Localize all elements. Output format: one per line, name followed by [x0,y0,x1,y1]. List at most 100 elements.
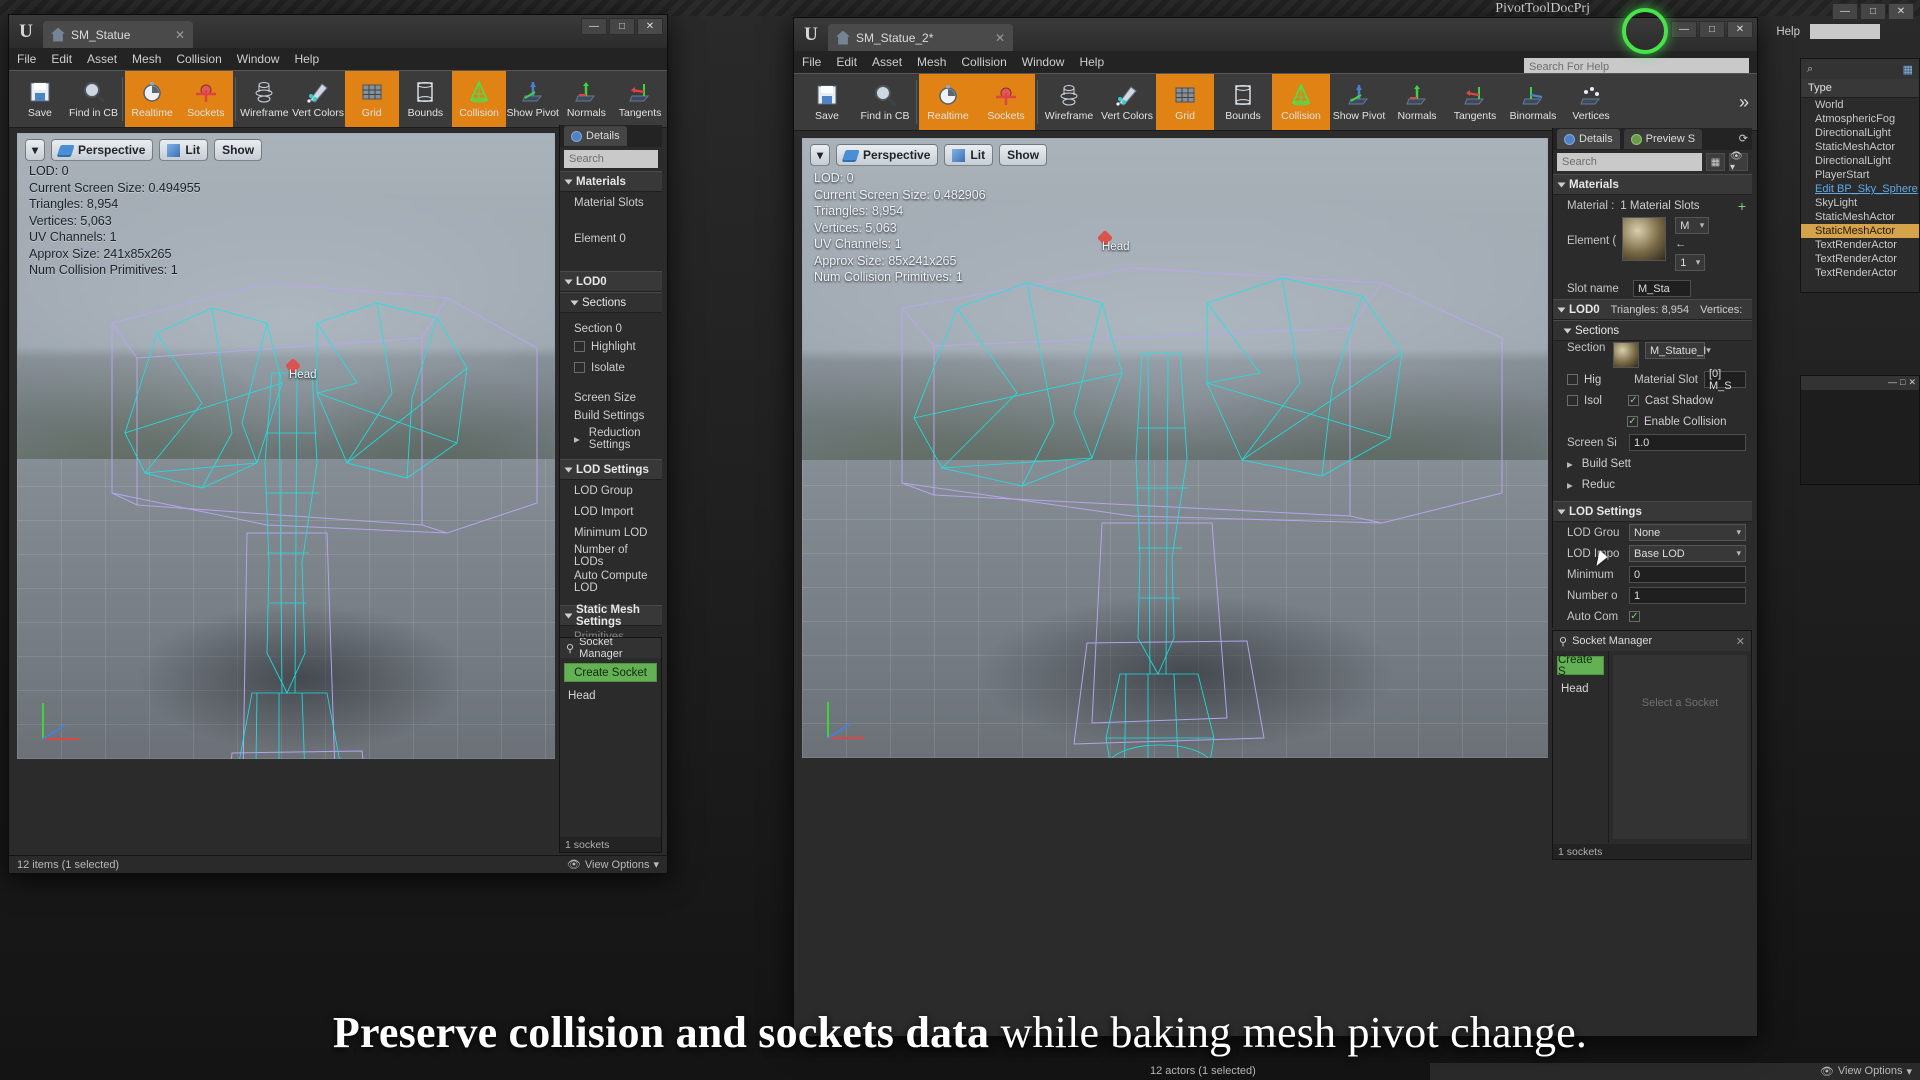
material-thumbnail[interactable] [1622,217,1666,261]
panel-close-icon[interactable]: ✕ [1908,377,1916,389]
win1-sections-category[interactable]: Sections [560,292,662,313]
main-close-button[interactable]: ✕ [1888,3,1914,20]
win1-material-slots-row[interactable]: Material Slots [560,192,662,213]
outliner-column-type[interactable]: Type [1801,79,1919,98]
win1-socket-item-head[interactable]: Head [560,687,661,705]
browse-to-asset-icon[interactable]: ← [1675,238,1709,250]
win1-lod0-category[interactable]: LOD0 [560,271,662,292]
outliner-row-10[interactable]: TextRenderActor [1801,238,1919,252]
outliner-row-7[interactable]: SkyLight [1801,196,1919,210]
win1-create-socket-button[interactable]: Create Socket [564,663,657,682]
menu-item-mesh[interactable]: Mesh [917,55,946,69]
win1-titlebar[interactable]: U SM_Statue ✕ — □ ✕ [9,15,667,48]
win2-lighting-mode-button[interactable]: Lit [944,144,993,166]
menu-item-asset[interactable]: Asset [872,55,902,69]
win2-slot-name-row[interactable]: Slot name M_Sta [1553,278,1752,299]
win2-lodsetting-row-4[interactable]: Auto Com✓ [1553,606,1752,627]
toolbar-button-realtime[interactable]: Realtime [919,74,977,130]
outliner-row-2[interactable]: DirectionalLight [1801,126,1919,140]
win2-lodsetting-row-3[interactable]: Number o1 [1553,585,1752,606]
panel-minimize-icon[interactable]: — [1888,377,1897,389]
win1-materials-category[interactable]: Materials [560,171,662,192]
win2-section-highlight-row[interactable]: Hig Material Slot [0] M_S [1553,369,1752,390]
toolbar-button-tangents[interactable]: Tangents [1446,74,1504,130]
menu-item-help[interactable]: Help [294,52,319,66]
lodsetting-checkbox[interactable]: ✓ [1629,611,1640,622]
win1-viewport-options-button[interactable]: ▾ [25,139,45,161]
win2-viewport-toolbar[interactable]: ▾ Perspective Lit Show [810,144,1047,166]
main-view-options[interactable]: 👁 View Options ▾ [1820,1062,1912,1080]
win2-toolbar[interactable]: SaveFind in CBRealtimeSocketsWireframeVe… [794,73,1757,131]
main-window-controls[interactable]: — □ ✕ [1832,3,1914,20]
toolbar-button-grid[interactable]: Grid [345,71,399,127]
win1-buildsettings-row[interactable]: Build Settings [560,405,662,426]
menu-item-window[interactable]: Window [1022,55,1065,69]
toolbar-button-save[interactable]: Save [13,71,67,127]
win1-toolbar[interactable]: SaveFind in CBRealtimeSocketsWireframeVe… [9,70,667,128]
win2-window-controls[interactable]: — □ ✕ [1671,21,1753,38]
win2-details-search-row[interactable]: Search ▦ 👁▾ [1553,150,1752,174]
highlight-checkbox[interactable] [1567,374,1578,385]
win1-lodsettings-category[interactable]: LOD Settings [560,459,662,480]
outliner-row-9[interactable]: StaticMeshActor [1801,224,1919,238]
menu-item-edit[interactable]: Edit [51,52,72,66]
win2-material-slot-value[interactable]: [0] M_S [1704,371,1746,388]
material-lod-combo[interactable]: 1 ▾ [1675,254,1705,271]
outliner-row-12[interactable]: TextRenderActor [1801,266,1919,280]
outliner-row-6[interactable]: Edit BP_Sky_Sphere [1801,182,1919,196]
win2-viewport-options-button[interactable]: ▾ [810,144,830,166]
toolbar-button-bounds[interactable]: Bounds [399,71,453,127]
cast-shadow-checkbox[interactable]: ✓ [1628,395,1639,406]
win2-details-panel[interactable]: Details Preview S Search ▦ 👁▾ Materials … [1552,128,1752,628]
win1-lodsetting-row-3[interactable]: Number of LODs [560,543,662,569]
outliner-row-1[interactable]: AtmosphericFog [1801,112,1919,126]
win2-enable-collision-row[interactable]: ✓ Enable Collision [1553,411,1752,432]
win2-sections-category[interactable]: Sections [1553,320,1752,341]
outliner-row-8[interactable]: StaticMeshActor [1801,210,1919,224]
win1-details-search-input[interactable]: Search [564,150,658,168]
toolbar-button-find-in-cb[interactable]: Find in CB [856,74,914,130]
toolbar-button-realtime[interactable]: Realtime [125,71,179,127]
section-material-combo[interactable]: M_Statue_I ▾ [1645,342,1705,359]
lodsetting-combo[interactable]: None▾ [1629,524,1746,541]
menu-item-help[interactable]: Help [1079,55,1104,69]
toolbar-button-normals[interactable]: Normals [1388,74,1446,130]
chevron-right-icon[interactable]: ▸ [1567,457,1573,471]
win1-view-mode-button[interactable]: Perspective [51,139,153,161]
section-material-thumbnail[interactable] [1613,342,1639,368]
win2-titlebar[interactable]: U SM_Statue_2* ✕ — □ ✕ [794,18,1757,51]
toolbar-button-show-pivot[interactable]: Show Pivot [506,71,560,127]
win2-apply-changes-row[interactable]: Apply Changes [1553,627,1752,628]
win2-screen-size-row[interactable]: Screen Si 1.0 [1553,432,1752,453]
details-filter-button[interactable]: 👁▾ [1729,153,1748,171]
win2-socket-item-head[interactable]: Head [1553,680,1608,698]
win2-details-search-input[interactable]: Search [1557,153,1702,171]
win1-tab-details[interactable]: Details [564,126,627,146]
win1-lodsetting-row-1[interactable]: LOD Import [560,501,662,522]
win2-element0-row[interactable]: Element ( M ▾ ← 1 ▾ ⟳ [1553,216,1752,278]
win2-material-slots-row[interactable]: Material : 1 Material Slots + [1553,195,1752,216]
win2-asset-tab[interactable]: SM_Statue_2* ✕ [828,24,1013,51]
static-mesh-editor-window-1[interactable]: U SM_Statue ✕ — □ ✕ FileEditAssetMeshCol… [8,14,668,874]
win1-details-search-row[interactable]: Search [560,147,662,171]
win2-screen-size-input[interactable]: 1.0 [1629,434,1746,451]
isolate-checkbox[interactable] [1567,395,1578,406]
win1-lodsetting-row-0[interactable]: LOD Group [560,480,662,501]
win2-viewport[interactable]: ▾ Perspective Lit Show LOD: 0Current Scr… [802,138,1548,758]
add-material-slot-button[interactable]: + [1738,198,1746,214]
win1-minimize-button[interactable]: — [581,18,607,35]
main-help-search-input[interactable] [1810,24,1880,39]
win1-tab-close-icon[interactable]: ✕ [175,28,185,42]
win2-socket-manager-close-icon[interactable]: ✕ [1736,635,1745,648]
win1-lodsetting-row-2[interactable]: Minimum LOD [560,522,662,543]
toolbar-button-bounds[interactable]: Bounds [1214,74,1272,130]
win2-build-settings-row[interactable]: ▸ Build Sett [1553,453,1752,474]
details-grid-view-button[interactable]: ▦ [1706,153,1725,171]
material-asset-combo[interactable]: M ▾ [1675,217,1709,234]
win2-reduction-row[interactable]: ▸ Reduc [1553,474,1752,495]
material-refresh-icon[interactable]: ⟳ [1739,132,1748,145]
toolbar-button-wireframe[interactable]: Wireframe [238,71,292,127]
win1-socket-manager[interactable]: ⚲ Socket Manager Create Socket Head 1 so… [559,637,662,853]
toolbar-button-normals[interactable]: Normals [560,71,614,127]
outliner-row-4[interactable]: DirectionalLight [1801,154,1919,168]
